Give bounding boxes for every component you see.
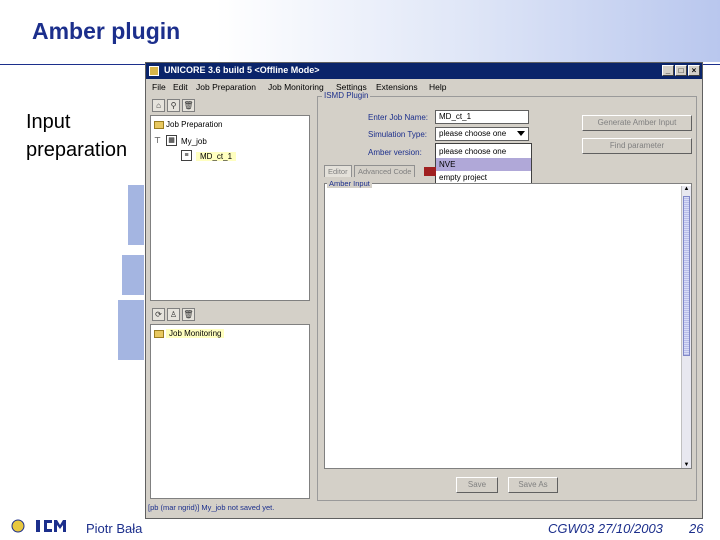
decorative-shape — [122, 255, 144, 295]
tree-root-job-monitoring[interactable]: Job Monitoring — [166, 329, 225, 338]
editor-title: Amber Input — [327, 179, 372, 188]
tree-item-my-job[interactable]: My_job — [181, 137, 207, 146]
plugin-frame-title: ISMD Plugin — [322, 91, 371, 100]
unicore-window: UNICORE 3.6 build 5 <Offline Mode> _ □ ×… — [145, 62, 703, 519]
app-icon — [149, 66, 159, 76]
minimize-button[interactable]: _ — [662, 65, 674, 76]
save-button[interactable]: Save — [456, 477, 498, 493]
ismd-plugin-panel: ISMD Plugin Enter Job Name: MD_ct_1 Simu… — [317, 91, 697, 501]
tree-item-task[interactable]: MD_ct_1 — [196, 152, 237, 161]
scroll-down-icon[interactable]: ▼ — [682, 462, 691, 468]
job-name-label: Enter Job Name: — [368, 113, 429, 122]
chevron-down-icon — [517, 131, 525, 136]
window-title: UNICORE 3.6 build 5 <Offline Mode> — [164, 65, 320, 75]
job-preparation-tree: Job Preparation ⊤ ▦ My_job ≡ MD_ct_1 — [150, 115, 310, 301]
maximize-button[interactable]: □ — [675, 65, 687, 76]
dropdown-option-nve[interactable]: NVE — [436, 158, 531, 171]
tree-root-job-preparation[interactable]: Job Preparation — [166, 120, 222, 129]
scroll-thumb[interactable] — [683, 196, 690, 356]
simulation-type-select[interactable]: please choose one — [435, 127, 529, 141]
trash-icon[interactable]: 🗑 — [182, 99, 195, 112]
simulation-type-dropdown: please choose one NVE empty project — [435, 143, 532, 185]
search-icon[interactable]: ⚲ — [167, 99, 180, 112]
refresh-icon[interactable]: ⟳ — [152, 308, 165, 321]
simulation-type-value: please choose one — [439, 129, 507, 138]
home-icon[interactable]: ⌂ — [152, 99, 165, 112]
scroll-up-icon[interactable]: ▲ — [682, 186, 691, 192]
folder-icon — [154, 330, 164, 338]
dropdown-option-please-choose[interactable]: please choose one — [436, 145, 531, 158]
window-titlebar[interactable]: UNICORE 3.6 build 5 <Offline Mode> _ □ × — [146, 63, 702, 79]
job-name-input[interactable]: MD_ct_1 — [435, 110, 529, 124]
page-number: 26 — [689, 521, 704, 536]
simulation-type-label: Simulation Type: — [368, 130, 427, 139]
find-parameter-button[interactable]: Find parameter — [582, 138, 692, 154]
amber-version-label: Amber version: — [368, 148, 422, 157]
status-bar: [pb (mar ngrid)] My_job not saved yet. — [148, 503, 275, 512]
save-as-button[interactable]: Save As — [508, 477, 558, 493]
tab-editor[interactable]: Editor — [324, 165, 352, 177]
job-icon: ▦ — [166, 135, 177, 146]
menu-job-monitoring[interactable]: Job Monitoring — [268, 82, 324, 92]
decorative-shape — [118, 300, 144, 360]
amber-input-editor[interactable]: Amber Input ▲ ▼ — [324, 179, 692, 469]
folder-icon — [154, 121, 164, 129]
menu-bar: File Edit Job Preparation Job Monitoring… — [146, 80, 702, 94]
menu-edit[interactable]: Edit — [173, 82, 188, 92]
generate-amber-input-button[interactable]: Generate Amber Input — [582, 115, 692, 131]
side-label-line-2: preparation — [26, 139, 128, 161]
menu-help[interactable]: Help — [429, 82, 446, 92]
tab-indicator — [424, 167, 436, 176]
menu-job-preparation[interactable]: Job Preparation — [196, 82, 256, 92]
side-label-line-1: Input — [26, 111, 71, 133]
collapse-icon[interactable]: ⊤ — [154, 136, 161, 145]
task-icon: ≡ — [181, 150, 192, 161]
icm-logo — [11, 519, 66, 533]
footer-author: Piotr Bała — [86, 521, 143, 536]
side-label: Input preparation — [26, 108, 127, 164]
menu-extensions[interactable]: Extensions — [376, 82, 418, 92]
editor-scrollbar[interactable]: ▲ ▼ — [681, 186, 691, 468]
user-icon[interactable]: ♙ — [167, 308, 180, 321]
slide-title: Amber plugin — [32, 18, 181, 44]
job-monitoring-tree: Job Monitoring — [150, 324, 310, 499]
close-button[interactable]: × — [688, 65, 700, 76]
left-panel: ⌂ ⚲ 🗑 Job Preparation ⊤ ▦ My_job ≡ MD_ct… — [148, 96, 314, 500]
footer-conference: CGW03 27/10/2003 — [548, 521, 663, 536]
trash-icon[interactable]: 🗑 — [182, 308, 195, 321]
tab-advanced-code[interactable]: Advanced Code — [354, 165, 416, 177]
menu-file[interactable]: File — [152, 82, 166, 92]
decorative-shape — [128, 185, 144, 245]
